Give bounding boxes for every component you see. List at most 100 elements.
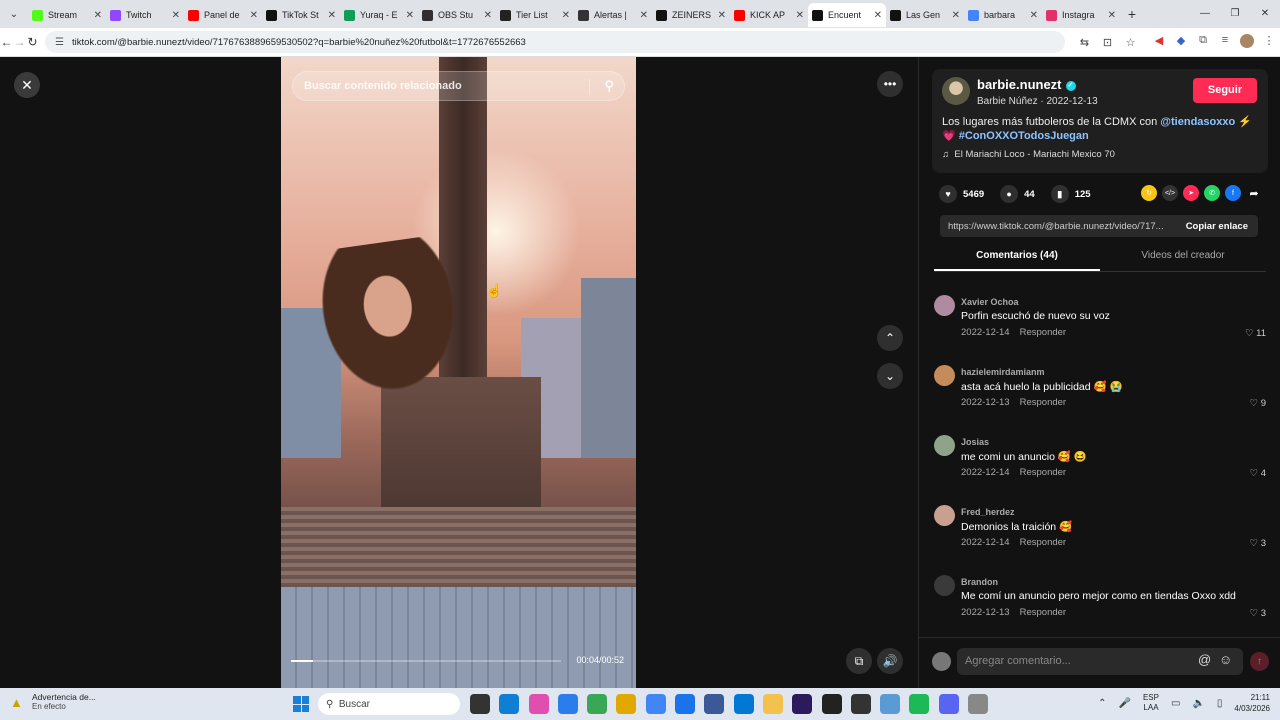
- system-clock[interactable]: 21:11 4/03/2026: [1234, 692, 1270, 714]
- maximize-button[interactable]: ❐: [1220, 0, 1250, 28]
- settings-gear-icon[interactable]: [968, 694, 989, 714]
- browser-tab[interactable]: Panel de ✕: [184, 3, 262, 27]
- search-icon[interactable]: ⚲: [604, 78, 614, 94]
- browser-tab[interactable]: Las Gen ✕: [886, 3, 964, 27]
- battery-icon[interactable]: ▯: [1217, 698, 1223, 709]
- like-button[interactable]: ♥ 5469: [939, 185, 984, 203]
- tab-close-icon[interactable]: ✕: [1108, 10, 1116, 21]
- reply-button[interactable]: Responder: [1020, 607, 1066, 618]
- tab-close-icon[interactable]: ✕: [328, 10, 336, 21]
- browser-tab[interactable]: Stream ✕: [28, 3, 106, 27]
- mention-link[interactable]: @tiendasoxxo: [1160, 116, 1235, 128]
- obs-icon[interactable]: [850, 694, 871, 714]
- miniplayer-button[interactable]: ⧉: [846, 648, 872, 674]
- browser-tab[interactable]: Twitch ✕: [106, 3, 184, 27]
- tab-close-icon[interactable]: ✕: [406, 10, 414, 21]
- commenter-username[interactable]: Fred_herdez: [961, 507, 1015, 517]
- windows-start-icon[interactable]: [293, 696, 309, 712]
- outlook-icon[interactable]: [733, 694, 754, 714]
- profile-avatar[interactable]: [1236, 33, 1258, 51]
- browser-tab[interactable]: KICK AP ✕: [730, 3, 808, 27]
- browser-icon[interactable]: [704, 694, 725, 714]
- repost-icon[interactable]: ↻: [1141, 185, 1157, 201]
- video-progress-bar[interactable]: [291, 660, 561, 662]
- extension-translate-icon[interactable]: ◆: [1170, 34, 1192, 51]
- save-button[interactable]: ▮ 125: [1050, 185, 1091, 203]
- copy-link-button[interactable]: Copiar enlace: [1176, 221, 1258, 232]
- browser-tab[interactable]: Alertas | ✕: [574, 3, 652, 27]
- tab-close-icon[interactable]: ✕: [1030, 10, 1038, 21]
- show-hidden-icons[interactable]: ⌃: [1098, 698, 1106, 709]
- chrome-profile-icon[interactable]: [645, 694, 666, 714]
- taskbar-search[interactable]: ⚲ Buscar: [318, 693, 460, 715]
- new-tab-button[interactable]: +: [1120, 6, 1144, 22]
- browser-tab[interactable]: OBS Stu ✕: [418, 3, 496, 27]
- browser-tab[interactable]: ZEINERS ✕: [652, 3, 730, 27]
- browser-tab[interactable]: Instagra ✕: [1042, 3, 1120, 27]
- commenter-username[interactable]: Xavier Ochoa: [961, 297, 1019, 307]
- language-indicator[interactable]: ESP LAA: [1143, 693, 1159, 713]
- comment-like-button[interactable]: ♡ 9: [1250, 398, 1266, 409]
- tab-list-dropdown[interactable]: ⌄: [0, 0, 28, 28]
- copilot-icon[interactable]: [528, 694, 549, 714]
- reply-button[interactable]: Responder: [1020, 397, 1066, 408]
- share-link-text[interactable]: https://www.tiktok.com/@barbie.nunezt/vi…: [940, 221, 1176, 232]
- commenter-avatar[interactable]: [934, 295, 955, 316]
- share-arrow-icon[interactable]: ➦: [1246, 185, 1262, 201]
- url-bar[interactable]: ☰ tiktok.com/@barbie.nunezt/video/717676…: [45, 31, 1065, 53]
- file-explorer-icon[interactable]: [762, 694, 783, 714]
- browser-tab[interactable]: Tier List ✕: [496, 3, 574, 27]
- tab-comments[interactable]: Comentarios (44): [934, 250, 1100, 271]
- translate-icon[interactable]: ⇆: [1073, 36, 1096, 49]
- edge-icon[interactable]: [499, 694, 520, 714]
- whatsapp-icon[interactable]: ✆: [1204, 185, 1220, 201]
- reply-button[interactable]: Responder: [1020, 537, 1066, 548]
- next-video-button[interactable]: ⌄: [877, 363, 903, 389]
- chrome-icon[interactable]: [587, 694, 608, 714]
- tab-close-icon[interactable]: ✕: [250, 10, 258, 21]
- commenter-avatar[interactable]: [934, 365, 955, 386]
- microphone-icon[interactable]: 🎤: [1119, 698, 1131, 709]
- media-control-icon[interactable]: ≡: [1214, 34, 1236, 51]
- weather-warning-widget[interactable]: ▲ Advertencia de... En efecto: [10, 692, 96, 711]
- speaker-icon[interactable]: 🔈: [1192, 698, 1204, 709]
- commenter-avatar[interactable]: [934, 575, 955, 596]
- spotify-icon[interactable]: [909, 694, 930, 714]
- commenter-username[interactable]: hazielemirdamianm: [961, 367, 1045, 377]
- snipping-tool-icon[interactable]: [557, 694, 578, 714]
- bookmark-star-icon[interactable]: ☆: [1119, 36, 1142, 49]
- reply-button[interactable]: Responder: [1020, 327, 1066, 338]
- send-to-friends-icon[interactable]: ➤: [1183, 185, 1199, 201]
- browser-tab[interactable]: Yuraq - E ✕: [340, 3, 418, 27]
- more-options-button[interactable]: •••: [877, 71, 903, 97]
- tab-close-icon[interactable]: ✕: [796, 10, 804, 21]
- chrome-dev-icon[interactable]: [675, 694, 696, 714]
- related-search-input[interactable]: Buscar contenido relacionado ⚲: [292, 71, 625, 101]
- commenter-avatar[interactable]: [934, 505, 955, 526]
- author-avatar[interactable]: [942, 77, 970, 105]
- install-app-icon[interactable]: ⊡: [1096, 36, 1119, 49]
- comment-like-button[interactable]: ♡ 4: [1250, 468, 1266, 479]
- extension-megaphone-icon[interactable]: ◀: [1148, 34, 1170, 51]
- comment-like-button[interactable]: ♡ 3: [1250, 538, 1266, 549]
- task-view-icon[interactable]: [470, 694, 490, 714]
- close-video-button[interactable]: ✕: [14, 72, 40, 98]
- tab-close-icon[interactable]: ✕: [952, 10, 960, 21]
- video-player[interactable]: Buscar contenido relacionado ⚲ 00:04/00:…: [281, 57, 636, 688]
- tab-close-icon[interactable]: ✕: [874, 10, 882, 21]
- facebook-icon[interactable]: f: [1225, 185, 1241, 201]
- tab-creator-videos[interactable]: Videos del creador: [1100, 250, 1266, 271]
- embed-icon[interactable]: </>: [1162, 185, 1178, 201]
- tab-close-icon[interactable]: ✕: [562, 10, 570, 21]
- network-icon[interactable]: ▭: [1171, 698, 1180, 709]
- reply-button[interactable]: Responder: [1020, 467, 1066, 478]
- tab-close-icon[interactable]: ✕: [718, 10, 726, 21]
- discord-icon[interactable]: [938, 694, 959, 714]
- streamlabs-icon[interactable]: [880, 694, 901, 714]
- browser-tab[interactable]: barbara ✕: [964, 3, 1042, 27]
- back-button[interactable]: ←: [0, 35, 13, 49]
- reload-button[interactable]: ↻: [26, 35, 39, 49]
- post-comment-button[interactable]: ↑: [1250, 652, 1269, 671]
- chrome-canary-icon[interactable]: [616, 694, 637, 714]
- emoji-icon[interactable]: ☺: [1219, 652, 1232, 667]
